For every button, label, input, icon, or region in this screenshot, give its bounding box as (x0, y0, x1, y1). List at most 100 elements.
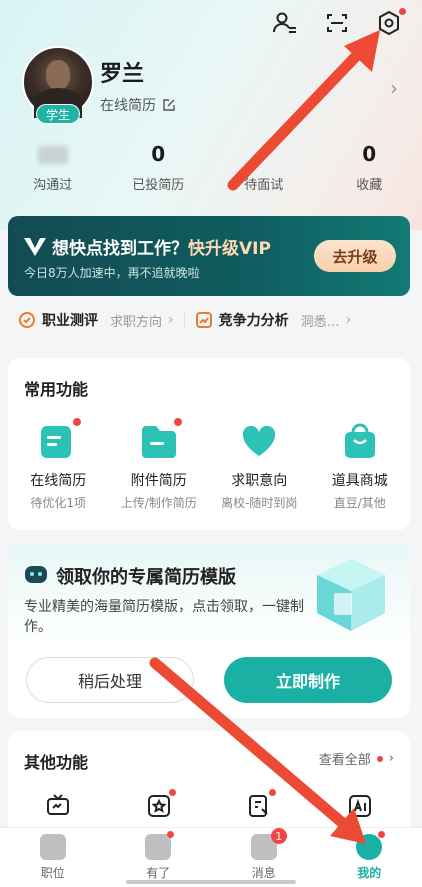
message-icon: 1 (250, 828, 287, 860)
notification-dot (378, 831, 386, 838)
notification-dot (269, 789, 277, 796)
tv-icon (47, 794, 70, 815)
vip-logo-icon (24, 238, 46, 256)
settings-notification-dot (399, 8, 406, 15)
notification-dot (173, 418, 182, 426)
view-all-link[interactable]: 查看全部 › (319, 749, 394, 768)
common-functions-title: 常用功能 (24, 380, 89, 399)
message-count-badge: 1 (270, 828, 287, 844)
profile-chevron-right-icon[interactable]: › (390, 76, 398, 100)
avatar[interactable]: 学生 (22, 46, 94, 124)
func-sub: 直豆/其他 (333, 496, 386, 510)
func-job-intention[interactable]: 求职意向 离校-随时到岗 (209, 420, 310, 511)
chevron-right-icon: › (168, 312, 174, 328)
tab-me[interactable]: 我的 (317, 828, 422, 887)
divider (183, 313, 185, 327)
briefcase-icon (39, 834, 66, 860)
other-functions-title: 其他功能 (24, 753, 89, 772)
heart-icon (238, 420, 280, 462)
func-online-resume[interactable]: 在线简历 待优化1项 (8, 418, 109, 511)
view-all-label: 查看全部 (318, 753, 371, 768)
stat-value: 0 (151, 142, 166, 166)
vip-title: 想快点找到工作？快升级VIP (52, 239, 271, 259)
edit-icon (163, 99, 175, 111)
stat-label: 收藏 (356, 178, 383, 193)
me-smile-icon (356, 831, 386, 860)
notification-dot (168, 789, 176, 796)
func-label: 在线简历 (30, 473, 87, 489)
stat-interview[interactable]: 待面试 (211, 142, 317, 193)
cube-illustration-icon (317, 559, 385, 631)
settings-icon[interactable] (374, 8, 406, 38)
stat-favorites[interactable]: 0 收藏 (317, 142, 422, 193)
func-sub: 上传/制作简历 (120, 496, 197, 510)
tab-youle[interactable]: 有了 (106, 828, 212, 887)
notification-dot (167, 831, 175, 838)
ai-icon (348, 795, 371, 817)
document-edit-icon (249, 795, 268, 817)
robot-icon (25, 566, 47, 583)
stat-label: 已投简历 (132, 178, 185, 193)
student-badge: 学生 (36, 104, 80, 124)
tab-label: 消息 (251, 866, 276, 880)
resume-icon (37, 418, 82, 462)
header-icon-bar (270, 8, 406, 38)
func-sub: 离校-随时到岗 (221, 496, 298, 510)
folder-icon (138, 418, 182, 462)
chevron-right-icon: › (388, 751, 394, 766)
stat-value: 0 (362, 142, 377, 166)
person-switch-icon[interactable] (270, 8, 300, 38)
tab-label: 职位 (40, 866, 65, 880)
shopping-bag-icon (339, 420, 381, 462)
competitiveness-sub[interactable]: 洞悉… (301, 311, 340, 330)
assessment-row: 职业测评 求职方向 › 竞争力分析 洞悉… › (18, 310, 410, 330)
tab-label: 有了 (146, 866, 171, 880)
stat-value (211, 142, 317, 170)
scan-icon[interactable] (322, 8, 352, 38)
resume-template-card: 领取你的专属简历模版 专业精美的海量简历模版，点击领取，一键制作。 稍后处理 立… (8, 543, 410, 718)
func-attachment-resume[interactable]: 附件简历 上传/制作简历 (109, 418, 210, 511)
competitiveness-icon (195, 312, 212, 328)
other-func-ai[interactable] (310, 793, 411, 819)
home-indicator (126, 880, 296, 884)
other-functions-icons (8, 789, 411, 819)
chevron-right-icon: › (345, 312, 352, 328)
tab-messages[interactable]: 1 消息 (211, 828, 317, 887)
vip-banner[interactable]: 想快点找到工作？快升级VIP 今日8万人加速中，再不追就晚啦 去升级 (8, 216, 410, 296)
career-test-icon (19, 312, 35, 328)
tab-label: 我的 (357, 866, 382, 880)
stat-applied[interactable]: 0 已投简历 (106, 142, 212, 193)
competitiveness-label[interactable]: 竞争力分析 (219, 310, 289, 330)
func-label: 道具商城 (331, 473, 388, 489)
other-func-star[interactable] (109, 789, 210, 819)
notification-dot (376, 755, 383, 762)
later-button[interactable]: 稍后处理 (26, 657, 194, 703)
template-title: 领取你的专属简历模版 (56, 567, 236, 588)
vip-subtitle: 今日8万人加速中，再不追就晚啦 (24, 266, 200, 280)
blurred-count (37, 146, 68, 164)
stat-label: 待面试 (244, 178, 284, 193)
notification-dot (73, 418, 82, 426)
other-func-tv[interactable] (8, 793, 109, 819)
career-test-sub[interactable]: 求职方向 (110, 311, 162, 330)
template-desc: 专业精美的海量简历模版，点击领取，一键制作。 (24, 599, 304, 635)
func-prop-mall[interactable]: 道具商城 直豆/其他 (310, 420, 411, 511)
func-label: 附件简历 (130, 473, 187, 489)
other-func-doc[interactable] (209, 789, 310, 819)
common-functions-card: 常用功能 在线简历 待优化1项 附件简历 上传/制作简历 求职意向 离校-随时到… (8, 358, 410, 530)
make-now-button[interactable]: 立即制作 (224, 657, 392, 703)
common-functions-grid: 在线简历 待优化1项 附件简历 上传/制作简历 求职意向 离校-随时到岗 道具商… (8, 418, 411, 511)
star-box-icon (147, 795, 170, 817)
user-name[interactable]: 罗兰 (100, 56, 144, 88)
stats-row: 沟通过 0 已投简历 待面试 0 收藏 (0, 142, 422, 193)
stat-label: 沟通过 (33, 178, 73, 193)
stat-communicated[interactable]: 沟通过 (0, 142, 106, 193)
online-resume-label: 在线简历 (100, 98, 156, 114)
book-icon (145, 831, 175, 860)
other-functions-card: 其他功能 查看全部 › (8, 731, 410, 841)
upgrade-button[interactable]: 去升级 (314, 240, 396, 272)
tab-jobs[interactable]: 职位 (0, 828, 106, 887)
career-test-label[interactable]: 职业测评 (42, 310, 98, 330)
online-resume-link[interactable]: 在线简历 (100, 95, 176, 115)
func-sub: 待优化1项 (30, 496, 87, 510)
